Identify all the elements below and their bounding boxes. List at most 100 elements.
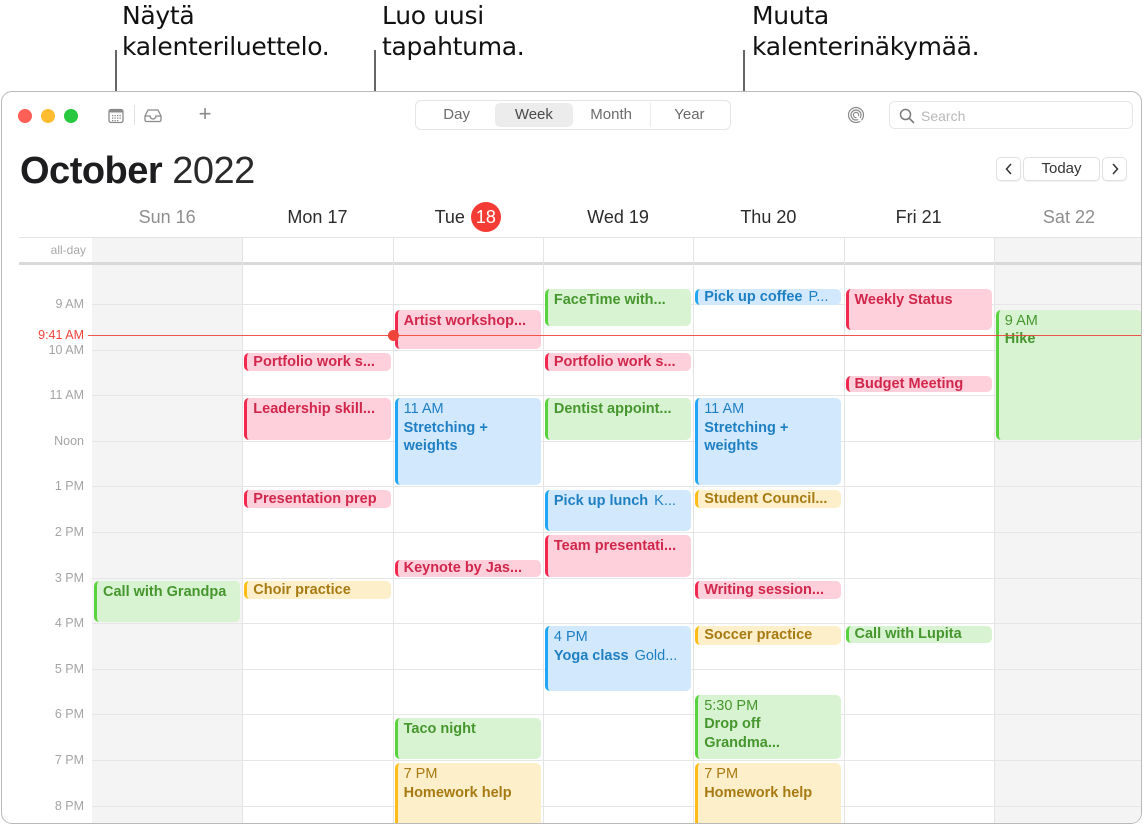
calendar-event[interactable]: Budget Meeting [845,375,992,392]
event-title: Portfolio work s... [253,353,375,370]
calendar-event[interactable]: Weekly Status [845,289,992,331]
callout-line: kalenterinäkymää. [752,32,980,61]
event-title: Yoga class [553,647,629,664]
day-column-divider [843,237,845,823]
hour-label: 11 AM [49,388,84,403]
week-grid: Sun 16 Mon 17 Tue 18 Wed 19 Thu 20 Fri 21 Sat 2… [2,92,1141,823]
event-title: Presentation prep [253,490,377,507]
event-title: Call with Grandpa [103,583,227,600]
hour-label: Noon [54,433,84,448]
hour-gridline [92,440,1141,442]
calendar-event[interactable]: Call with Lupita [845,626,992,643]
day-header-label: Sat 22 [1042,207,1095,227]
calendar-event[interactable]: 4 PM Yoga class Gold... [544,626,692,691]
hour-gridline [92,760,1141,761]
hour-gridline [92,349,1141,351]
day-header[interactable]: Tue 18 [393,202,543,232]
event-title: FaceTime with... [553,292,666,309]
day-column-divider [693,237,695,823]
event-title: Student Council... [704,490,828,507]
day-header[interactable]: Fri 21 [844,202,994,232]
calendar-event[interactable]: Portfolio work s... [244,352,391,372]
day-header-label: Fri 21 [895,207,942,227]
event-time: 4 PM [553,629,588,646]
calendar-event[interactable]: Dentist appoint... [544,398,692,440]
event-time: 7 PM [704,766,739,783]
event-title: Choir practice [253,581,351,598]
callout-line: kalenteriluettelo. [122,32,330,61]
hour-label: 5 PM [54,661,84,676]
event-title: Keynote by Jas... [403,560,523,577]
calendar-event[interactable]: 9 AM Hike [995,309,1141,440]
callout-change-calendar-view: Muuta kalenterinäkymää. [752,0,980,62]
event-title: Homework help [704,784,813,801]
day-header[interactable]: Sun 16 [92,202,242,232]
calendar-event[interactable]: Student Council... [695,489,842,509]
calendar-event[interactable]: Call with Grandpa [94,580,241,623]
event-location: Gold... [634,647,678,664]
event-title: Pick up coffee [704,289,803,306]
calendar-event[interactable]: Pick up coffee P... [695,289,842,306]
day-column-divider [392,237,394,823]
event-title: Weekly Status [854,292,953,309]
calendar-event[interactable]: 11 AM Stretching + weights [695,398,842,486]
day-header[interactable]: Wed 19 [543,202,693,232]
all-day-divider [19,262,1141,265]
calendar-event[interactable]: 7 PM Homework help [695,763,842,823]
all-day-label: all-day [50,243,86,257]
event-title: Artist workshop... [403,312,527,329]
hour-gridline [92,577,1141,579]
hour-gridline [92,532,1141,533]
calendar-event[interactable]: Leadership skill... [244,398,391,440]
callout-line: Luo uusi [382,1,484,30]
day-header[interactable]: Mon 17 [242,202,392,232]
event-title: Portfolio work s... [553,353,676,370]
calendar-event[interactable]: FaceTime with... [544,289,692,326]
hour-gridline [92,395,1141,397]
calendar-event[interactable]: 5:30 PM Drop off Grandma... [695,694,842,759]
calendar-event[interactable]: Team presentati... [544,535,692,577]
event-time: 5:30 PM [704,697,759,714]
header-divider [19,237,1141,238]
day-header-label: Wed 19 [587,207,649,227]
calendar-event[interactable]: 11 AM Stretching + weights [394,398,541,486]
hour-label: 8 PM [54,798,84,813]
event-time: 9 AM [1004,312,1038,329]
calendar-event[interactable]: Artist workshop... [394,309,541,349]
callout-line: Muuta [752,1,829,30]
calendar-event[interactable]: Pick up lunch K... [544,489,692,531]
hour-label: 3 PM [54,570,84,585]
calendar-event[interactable]: Taco night [394,717,541,759]
event-title: Stretching + weights [704,419,789,455]
hour-gridline [92,623,1141,625]
event-title: Soccer practice [704,627,813,644]
hour-label: 10 AM [48,342,84,357]
calendar-event[interactable]: Presentation prep [244,489,391,509]
hour-gridline [92,805,1141,807]
calendar-event[interactable]: Choir practice [244,580,391,600]
day-column-divider [542,237,544,823]
calendar-event[interactable]: 7 PM Homework help [394,763,541,823]
event-title: Budget Meeting [854,375,964,392]
calendar-event[interactable]: Soccer practice [695,626,842,645]
calendar-event[interactable]: Writing session... [695,580,842,600]
hour-gridline [92,486,1141,488]
event-title: Taco night [403,720,476,737]
day-header[interactable]: Sat 22 [994,202,1141,232]
event-title: Team presentati... [553,538,677,555]
weekend-shading [92,237,243,823]
event-title: Hike [1004,331,1036,348]
current-time-label: 9:41 AM [38,328,84,343]
event-title: Call with Lupita [854,626,962,643]
day-header-label: Sun 16 [138,207,196,227]
event-title: Drop off Grandma... [704,716,780,751]
hour-label: 9 AM [55,297,85,311]
calendar-event[interactable]: Portfolio work s... [544,352,692,372]
hour-gridline [92,714,1141,716]
event-time: 11 AM [403,401,444,418]
current-time-dot [387,330,399,342]
day-header[interactable]: Thu 20 [693,202,843,232]
calendar-event[interactable]: Keynote by Jas... [394,560,541,577]
hour-label: 4 PM [54,616,84,631]
callout-show-calendar-list: Näytä kalenteriluettelo. [122,0,330,62]
